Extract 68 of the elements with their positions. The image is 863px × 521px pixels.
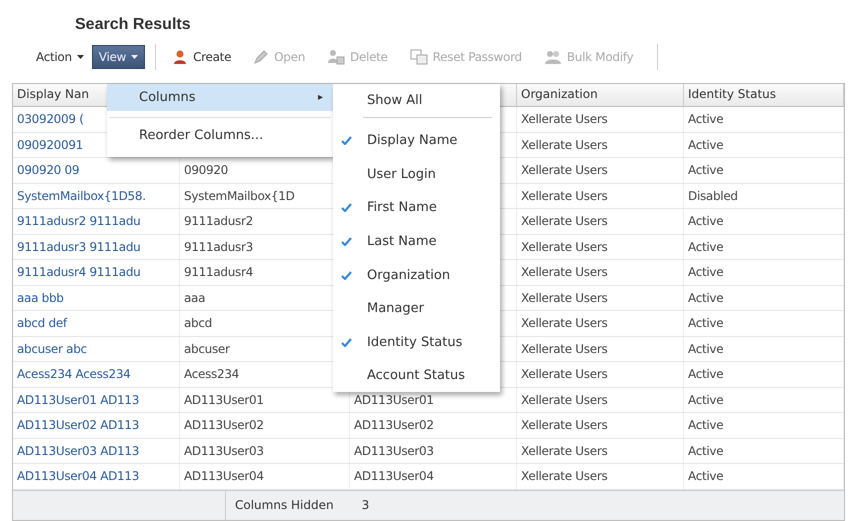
table-cell: Xellerate Users <box>517 260 684 284</box>
window-icon <box>410 49 428 65</box>
caret-icon <box>76 55 84 59</box>
name-link[interactable]: abcuser abc <box>13 336 180 361</box>
menu-item[interactable]: Show All <box>333 86 500 114</box>
pencil-icon <box>253 49 270 65</box>
name-link[interactable]: AD113User04 AD113 <box>13 464 180 488</box>
table-cell: AD113User02 <box>180 413 350 438</box>
table-cell: Active <box>684 438 844 463</box>
name-link[interactable]: 090920 09 <box>13 158 180 182</box>
table-cell: Xellerate Users <box>517 184 684 208</box>
name-link[interactable]: 9111adusr2 9111adu <box>13 209 180 234</box>
table-cell: Active <box>684 132 844 157</box>
users-icon <box>327 49 346 65</box>
table-cell: AD113User02 <box>350 413 517 438</box>
page-title: Search Results <box>74 15 192 35</box>
table-cell: Active <box>684 209 844 234</box>
name-link[interactable]: 9111adusr4 9111adu <box>13 260 180 284</box>
table-cell: Xellerate Users <box>517 286 684 310</box>
table-cell: Active <box>684 286 844 310</box>
table-cell: AD113User03 <box>350 438 517 463</box>
name-link[interactable]: SystemMailbox{1D58. <box>13 184 180 208</box>
status-label: Columns Hidden <box>225 490 334 520</box>
table-cell: Active <box>684 260 844 284</box>
table-cell: Xellerate Users <box>517 132 684 157</box>
table-cell: Active <box>684 311 844 336</box>
person-icon <box>172 49 188 65</box>
table-cell: Xellerate Users <box>517 311 684 336</box>
menu-item[interactable]: Display Name <box>333 124 500 158</box>
table-cell: Xellerate Users <box>517 388 684 412</box>
table-cell: Active <box>684 336 844 361</box>
table-cell: AD113User03 <box>180 438 350 463</box>
table-cell: Active <box>684 107 844 132</box>
table-cell: Xellerate Users <box>517 362 684 386</box>
table-cell: Xellerate Users <box>517 336 684 361</box>
menu-item[interactable]: Columns ▸ <box>107 84 333 111</box>
table-cell: Xellerate Users <box>517 209 684 234</box>
menu-button[interactable]: View <box>92 45 146 69</box>
status-value: 3 <box>362 498 370 512</box>
users-icon <box>544 49 562 65</box>
table-cell: Active <box>684 362 844 386</box>
toolbar-button[interactable]: Create <box>166 45 238 69</box>
name-link[interactable]: AD113User02 AD113 <box>13 413 180 438</box>
table-cell: Active <box>684 464 844 488</box>
name-link[interactable]: aaa bbb <box>13 286 180 310</box>
table-cell: Xellerate Users <box>517 107 684 132</box>
name-link[interactable]: AD113User03 AD113 <box>13 438 180 463</box>
caret-icon <box>131 55 138 59</box>
name-link[interactable]: abcd def <box>13 311 180 336</box>
name-link[interactable]: 9111adusr3 9111adu <box>13 234 180 259</box>
column-header[interactable]: Identity Status <box>684 84 844 106</box>
menu-button[interactable]: Action <box>30 45 90 69</box>
table-cell: AD113User04 <box>180 464 350 488</box>
table-cell: Active <box>684 413 844 438</box>
table-cell: Active <box>684 388 844 412</box>
table-cell: AD113User04 <box>350 464 517 488</box>
table-cell: Active <box>684 158 844 182</box>
table-cell: Disabled <box>684 184 844 208</box>
table-cell: Xellerate Users <box>517 438 684 463</box>
column-header[interactable]: Organization <box>517 84 684 106</box>
table-cell: Xellerate Users <box>517 464 684 488</box>
table-cell: Active <box>684 234 844 259</box>
name-link[interactable]: Acess234 Acess234 <box>13 362 180 386</box>
table-cell: Xellerate Users <box>517 158 684 182</box>
submenu-arrow-icon: ▸ <box>318 92 323 103</box>
name-link[interactable]: AD113User01 AD113 <box>13 388 180 412</box>
table-cell: Xellerate Users <box>517 413 684 438</box>
table-cell: Xellerate Users <box>517 234 684 259</box>
